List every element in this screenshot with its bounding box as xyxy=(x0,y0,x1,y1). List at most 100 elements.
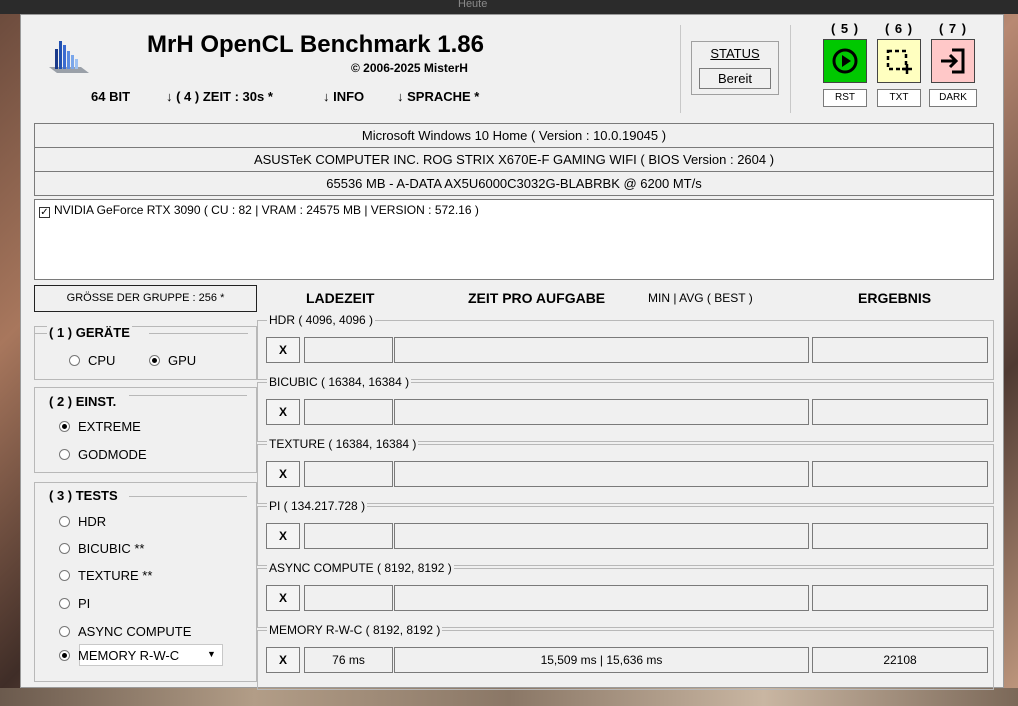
task-time-cell xyxy=(394,337,809,363)
task-time-cell xyxy=(394,585,809,611)
exit-button[interactable] xyxy=(931,39,975,83)
menu-info[interactable]: ↓ INFO xyxy=(323,89,364,104)
settings-title: ( 2 ) EINST. xyxy=(47,394,119,409)
task-time-cell xyxy=(394,523,809,549)
result-cell xyxy=(812,399,988,425)
reset-result-button[interactable]: X xyxy=(266,585,300,611)
status-value: Bereit xyxy=(699,68,771,89)
load-time-cell xyxy=(304,585,393,611)
action-number-6: ( 6 ) xyxy=(884,21,914,36)
desktop-background xyxy=(0,688,1018,706)
gpu-list: ✓ NVIDIA GeForce RTX 3090 ( CU : 82 | VRA… xyxy=(34,199,994,280)
radio-icon[interactable] xyxy=(59,598,70,609)
test-bicubic-label: BICUBIC ** xyxy=(78,541,145,556)
memory-info: 65536 MB - A-DATA AX5U6000C3032G-BLABRBK… xyxy=(34,171,994,196)
reset-result-button[interactable]: X xyxy=(266,337,300,363)
setting-extreme-option[interactable]: EXTREME xyxy=(59,419,141,434)
reset-result-button[interactable]: X xyxy=(266,523,300,549)
chevron-down-icon[interactable]: ▼ xyxy=(207,649,216,659)
header-divider xyxy=(680,25,681,113)
status-title: STATUS xyxy=(710,46,760,61)
result-cell xyxy=(812,337,988,363)
result-cell xyxy=(812,461,988,487)
task-time-cell xyxy=(394,461,809,487)
app-title: MrH OpenCL Benchmark 1.86 xyxy=(147,31,484,58)
radio-icon[interactable] xyxy=(59,516,70,527)
header-divider xyxy=(790,25,791,113)
test-memory-option[interactable]: MEMORY R-W-C xyxy=(59,648,179,663)
task-time-cell xyxy=(394,399,809,425)
selection-icon xyxy=(886,49,912,74)
radio-icon[interactable] xyxy=(59,626,70,637)
result-test-name: ASYNC COMPUTE ( 8192, 8192 ) xyxy=(267,561,454,575)
result-cell: 22108 xyxy=(812,647,988,673)
reset-result-button[interactable]: X xyxy=(266,461,300,487)
radio-selected-icon[interactable] xyxy=(59,650,70,661)
test-pi-label: PI xyxy=(78,596,91,611)
device-cpu-option[interactable]: CPU xyxy=(69,353,115,368)
test-bicubic-option[interactable]: BICUBIC ** xyxy=(59,541,144,556)
test-pi-option[interactable]: PI xyxy=(59,596,90,611)
checkbox-checked-icon[interactable]: ✓ xyxy=(39,207,50,218)
group-size-button[interactable]: GRÖSSE DER GRUPPE : 256 * xyxy=(34,285,257,312)
radio-selected-icon[interactable] xyxy=(59,421,70,432)
test-memory-label: MEMORY R-W-C xyxy=(78,648,180,663)
board-info: ASUSTeK COMPUTER INC. ROG STRIX X670E-F … xyxy=(34,147,994,172)
play-icon xyxy=(832,48,858,74)
test-async-option[interactable]: ASYNC COMPUTE xyxy=(59,624,191,639)
result-test-name: MEMORY R-W-C ( 8192, 8192 ) xyxy=(267,623,443,637)
txt-button[interactable]: TXT xyxy=(877,89,921,107)
copy-text-button[interactable] xyxy=(877,39,921,83)
rst-button[interactable]: RST xyxy=(823,89,867,107)
gpu-list-item[interactable]: ✓ NVIDIA GeForce RTX 3090 ( CU : 82 | VRA… xyxy=(39,203,479,218)
benchmark-window: MrH OpenCL Benchmark 1.86 © 2006-2025 Mi… xyxy=(20,14,1004,690)
test-texture-label: TEXTURE ** xyxy=(78,568,153,583)
group-line xyxy=(129,496,247,497)
reset-result-button[interactable]: X xyxy=(266,647,300,673)
taskbar-strip: Heute xyxy=(0,0,1018,14)
device-gpu-option[interactable]: GPU xyxy=(149,353,196,368)
bitness-label: 64 BIT xyxy=(91,89,131,104)
load-time-cell: 76 ms xyxy=(304,647,393,673)
radio-icon[interactable] xyxy=(59,543,70,554)
group-line xyxy=(34,333,47,334)
reset-result-button[interactable]: X xyxy=(266,399,300,425)
test-hdr-option[interactable]: HDR xyxy=(59,514,106,529)
exit-icon xyxy=(941,48,965,74)
setting-godmode-option[interactable]: GODMODE xyxy=(59,447,147,462)
copyright-text: © 2006-2025 MisterH xyxy=(351,61,468,75)
result-test-name: PI ( 134.217.728 ) xyxy=(267,499,368,513)
menu-sprache[interactable]: ↓ SPRACHE * xyxy=(397,89,479,104)
test-hdr-label: HDR xyxy=(78,514,107,529)
result-cell xyxy=(812,523,988,549)
column-ladezeit: LADEZEIT xyxy=(306,290,375,306)
column-ergebnis: ERGEBNIS xyxy=(858,290,932,306)
menu-zeit[interactable]: ↓ ( 4 ) ZEIT : 30s * xyxy=(166,89,273,104)
test-async-label: ASYNC COMPUTE xyxy=(78,624,192,639)
load-time-cell xyxy=(304,337,393,363)
radio-selected-icon[interactable] xyxy=(149,355,160,366)
bar-chart-logo-icon xyxy=(49,41,89,73)
load-time-cell xyxy=(304,523,393,549)
run-benchmark-button[interactable] xyxy=(823,39,867,83)
devices-title: ( 1 ) GERÄTE xyxy=(47,325,132,340)
dark-button[interactable]: DARK xyxy=(929,89,977,107)
load-time-cell xyxy=(304,461,393,487)
action-number-5: ( 5 ) xyxy=(830,21,860,36)
task-time-cell: 15,509 ms | 15,636 ms xyxy=(394,647,809,673)
device-gpu-label: GPU xyxy=(168,353,197,368)
setting-extreme-label: EXTREME xyxy=(78,419,141,434)
column-minavg: MIN | AVG ( BEST ) xyxy=(648,291,753,305)
result-test-name: HDR ( 4096, 4096 ) xyxy=(267,313,376,327)
group-line xyxy=(129,395,247,396)
tests-title: ( 3 ) TESTS xyxy=(47,488,120,503)
radio-icon[interactable] xyxy=(59,449,70,460)
column-zeit: ZEIT PRO AUFGABE xyxy=(468,290,606,306)
radio-icon[interactable] xyxy=(69,355,80,366)
result-test-name: TEXTURE ( 16384, 16384 ) xyxy=(267,437,419,451)
result-cell xyxy=(812,585,988,611)
result-test-name: BICUBIC ( 16384, 16384 ) xyxy=(267,375,412,389)
gpu-label: NVIDIA GeForce RTX 3090 ( CU : 82 | VRAM… xyxy=(54,203,479,217)
test-texture-option[interactable]: TEXTURE ** xyxy=(59,568,152,583)
radio-icon[interactable] xyxy=(59,570,70,581)
